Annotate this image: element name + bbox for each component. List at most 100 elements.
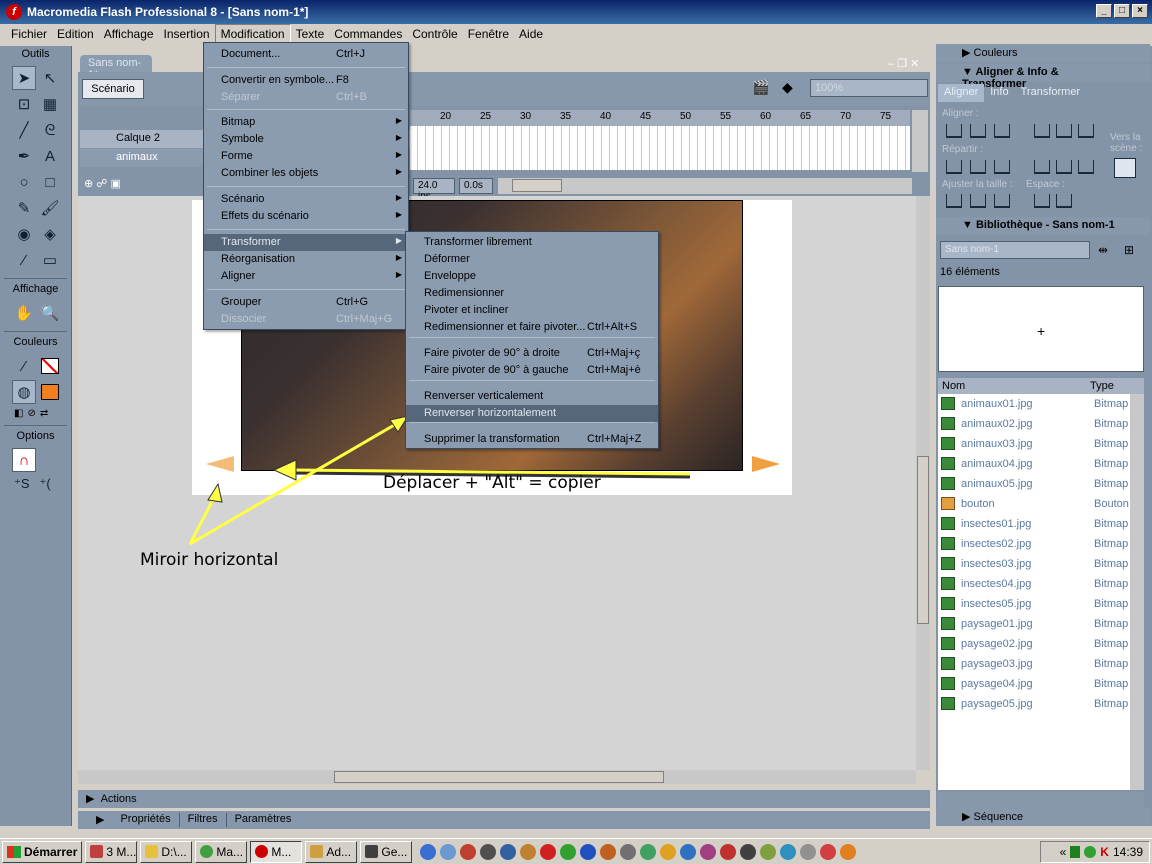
align-bottom-icon[interactable] xyxy=(1078,124,1094,138)
library-item[interactable]: paysage05.jpg Bitmap xyxy=(938,694,1130,714)
align-top-icon[interactable] xyxy=(1034,124,1050,138)
submenu-item[interactable]: Transformer librement xyxy=(406,234,658,251)
quick-launch-icon[interactable] xyxy=(760,843,777,860)
distribute-vcenter-icon[interactable] xyxy=(970,160,986,174)
task-button[interactable]: D:\... xyxy=(140,840,193,863)
library-item[interactable]: insectes02.jpg Bitmap xyxy=(938,534,1130,554)
start-button[interactable]: Démarrer xyxy=(2,840,83,863)
library-item[interactable]: animaux03.jpg Bitmap xyxy=(938,434,1130,454)
submenu-item[interactable]: Déformer xyxy=(406,251,658,268)
menu-item[interactable]: Scénario ▶ xyxy=(204,191,408,208)
quick-launch-icon[interactable] xyxy=(460,843,477,860)
library-item[interactable]: insectes01.jpg Bitmap xyxy=(938,514,1130,534)
align-left-icon[interactable] xyxy=(946,124,962,138)
space-horizontal-icon[interactable] xyxy=(1056,194,1072,208)
submenu-item[interactable]: Redimensionner xyxy=(406,285,658,302)
menu-item[interactable]: Effets du scénario ▶ xyxy=(204,208,408,225)
quick-launch-icon[interactable] xyxy=(620,843,637,860)
quick-launch-icon[interactable] xyxy=(660,843,677,860)
library-item[interactable]: insectes04.jpg Bitmap xyxy=(938,574,1130,594)
tab-info[interactable]: Info xyxy=(984,84,1014,102)
menu-item[interactable]: Aligner ▶ xyxy=(204,268,408,285)
pin-library-icon[interactable]: ⇹ xyxy=(1098,243,1108,257)
task-button[interactable]: 3 M... xyxy=(85,840,138,863)
quick-launch-icon[interactable] xyxy=(680,843,697,860)
quick-launch-icon[interactable] xyxy=(520,843,537,860)
quick-launch-icon[interactable] xyxy=(580,843,597,860)
align-panel-header[interactable]: ▼ Aligner & Info & Transformer xyxy=(936,64,1150,90)
props-toggle-icon[interactable]: ▶ xyxy=(96,813,112,827)
library-vscroll[interactable] xyxy=(1130,394,1144,790)
col-name[interactable]: Nom xyxy=(942,380,965,392)
menu-item[interactable]: Combiner les objets ▶ xyxy=(204,165,408,182)
submenu-item[interactable]: Faire pivoter de 90° à droite Ctrl+Maj+ç xyxy=(406,345,658,362)
library-panel-header[interactable]: ▼ Bibliothèque - Sans nom-1 xyxy=(936,217,1150,235)
menu-item[interactable]: Séparer Ctrl+B xyxy=(204,89,408,106)
menu-item[interactable]: Transformer ▶ xyxy=(204,234,408,251)
distribute-hcenter-icon[interactable] xyxy=(1056,160,1072,174)
distribute-bottom-icon[interactable] xyxy=(994,160,1010,174)
submenu-item[interactable]: Supprimer la transformation Ctrl+Maj+Z xyxy=(406,431,658,448)
task-button-active[interactable]: M... xyxy=(250,840,303,863)
submenu-item[interactable]: Enveloppe xyxy=(406,268,658,285)
library-select[interactable]: Sans nom-1 xyxy=(940,241,1090,259)
align-hcenter-icon[interactable] xyxy=(970,124,986,138)
submenu-item[interactable]: Redimensionner et faire pivoter... Ctrl+A… xyxy=(406,319,658,336)
menu-item[interactable]: Document... Ctrl+J xyxy=(204,46,408,63)
distribute-top-icon[interactable] xyxy=(946,160,962,174)
quick-launch-icon[interactable] xyxy=(780,843,797,860)
distribute-right-icon[interactable] xyxy=(1078,160,1094,174)
library-toolbar[interactable] xyxy=(938,792,1144,808)
match-height-icon[interactable] xyxy=(970,194,986,208)
menu-item[interactable]: Convertir en symbole... F8 xyxy=(204,72,408,89)
match-width-icon[interactable] xyxy=(946,194,962,208)
quick-launch-icon[interactable] xyxy=(800,843,817,860)
submenu-item[interactable]: Pivoter et incliner xyxy=(406,302,658,319)
tab-parameters[interactable]: Paramètres xyxy=(227,813,300,827)
library-item[interactable]: animaux04.jpg Bitmap xyxy=(938,454,1130,474)
menu-item[interactable]: Forme ▶ xyxy=(204,148,408,165)
library-item[interactable]: animaux02.jpg Bitmap xyxy=(938,414,1130,434)
quick-launch-icon[interactable] xyxy=(420,843,437,860)
quick-launch-icon[interactable] xyxy=(740,843,757,860)
submenu-item[interactable]: Renverser horizontalement xyxy=(406,405,658,422)
menu-item[interactable]: Dissocier Ctrl+Maj+G xyxy=(204,311,408,328)
quick-launch-icon[interactable] xyxy=(440,843,457,860)
submenu-item[interactable]: Renverser verticalement xyxy=(406,388,658,405)
align-right-icon[interactable] xyxy=(994,124,1010,138)
menu-item[interactable]: Symbole ▶ xyxy=(204,131,408,148)
quick-launch-icon[interactable] xyxy=(840,843,857,860)
tab-filters[interactable]: Filtres xyxy=(180,813,227,827)
sequence-panel-header[interactable]: ▶ Séquence xyxy=(936,808,1150,826)
col-type[interactable]: Type xyxy=(1090,380,1114,392)
space-vertical-icon[interactable] xyxy=(1034,194,1050,208)
library-item[interactable]: paysage03.jpg Bitmap xyxy=(938,654,1130,674)
task-button[interactable]: Ad... xyxy=(305,840,358,863)
menu-item[interactable]: Grouper Ctrl+G xyxy=(204,294,408,311)
tab-transform[interactable]: Transformer xyxy=(1015,84,1087,102)
library-item[interactable]: insectes05.jpg Bitmap xyxy=(938,594,1130,614)
match-both-icon[interactable] xyxy=(994,194,1010,208)
actions-panel[interactable]: ▶ Actions xyxy=(78,790,930,808)
tray-expand-button[interactable]: « xyxy=(1060,845,1067,859)
menu-item[interactable]: Bitmap ▶ xyxy=(204,114,408,131)
library-item[interactable]: paysage01.jpg Bitmap xyxy=(938,614,1130,634)
library-item[interactable]: insectes03.jpg Bitmap xyxy=(938,554,1130,574)
task-button[interactable]: Ma... xyxy=(195,840,248,863)
task-button[interactable]: Ge... xyxy=(360,840,413,863)
quick-launch-icon[interactable] xyxy=(480,843,497,860)
properties-panel[interactable]: ▶ Propriétés Filtres Paramètres xyxy=(78,811,930,829)
quick-launch-icon[interactable] xyxy=(600,843,617,860)
quick-launch-icon[interactable] xyxy=(640,843,657,860)
align-vcenter-icon[interactable] xyxy=(1056,124,1072,138)
tray-icon[interactable] xyxy=(1084,846,1097,858)
quick-launch-icon[interactable] xyxy=(540,843,557,860)
quick-launch-icon[interactable] xyxy=(500,843,517,860)
quick-launch-icon[interactable] xyxy=(720,843,737,860)
library-item[interactable]: paysage02.jpg Bitmap xyxy=(938,634,1130,654)
colors-panel-header[interactable]: ▶ Couleurs xyxy=(936,44,1150,62)
library-item[interactable]: animaux01.jpg Bitmap xyxy=(938,394,1130,414)
to-stage-toggle[interactable] xyxy=(1114,158,1136,178)
submenu-item[interactable]: Faire pivoter de 90° à gauche Ctrl+Maj+è xyxy=(406,362,658,379)
new-library-icon[interactable]: ⊞ xyxy=(1124,243,1134,257)
